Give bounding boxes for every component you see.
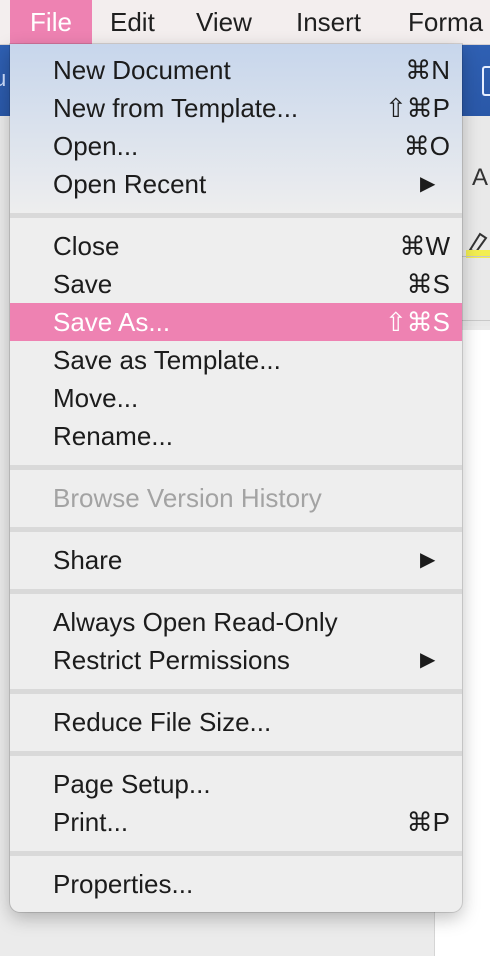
menu-item-always-open-read-only[interactable]: Always Open Read-Only (10, 603, 462, 641)
menu-item-new-from-template[interactable]: New from Template... ⇧⌘P (10, 89, 462, 127)
menu-item-save-as-template[interactable]: Save as Template... (10, 341, 462, 379)
menu-item-close[interactable]: Close ⌘W (10, 227, 462, 265)
submenu-arrow-icon: ▶ (420, 173, 436, 195)
menu-separator (10, 589, 462, 594)
menu-item-open[interactable]: Open... ⌘O (10, 127, 462, 165)
menu-bar: File Edit View Insert Forma (0, 0, 490, 45)
menu-item-restrict-permissions[interactable]: Restrict Permissions ▶ (10, 641, 462, 679)
menu-item-label: Restrict Permissions (53, 645, 290, 675)
menu-item-print[interactable]: Print... ⌘P (10, 803, 462, 841)
menu-insert[interactable]: Insert (296, 0, 361, 44)
menu-item-shortcut: ⌘O (403, 131, 450, 161)
submenu-arrow-icon: ▶ (420, 549, 436, 571)
menu-item-shortcut: ⇧⌘P (384, 93, 450, 123)
menu-item-label: Save as Template... (53, 345, 281, 375)
ribbon-text-fragment: u (0, 66, 7, 91)
menu-item-shortcut: ⌘P (406, 807, 450, 837)
menu-item-shortcut: ⌘N (405, 55, 450, 85)
menu-item-label: Share (53, 545, 123, 575)
document-icon (482, 66, 490, 96)
menu-item-label: Open... (53, 131, 139, 161)
menu-item-save[interactable]: Save ⌘S (10, 265, 462, 303)
menu-item-label: Reduce File Size... (53, 707, 272, 737)
menu-item-new-document[interactable]: New Document ⌘N (10, 51, 462, 89)
toolbar-divider (460, 320, 490, 321)
toolbar-divider (460, 256, 490, 257)
menu-item-label: Page Setup... (53, 769, 211, 799)
menu-item-open-recent[interactable]: Open Recent ▶ (10, 165, 462, 203)
menu-item-browse-version-history: Browse Version History (10, 479, 462, 517)
menu-item-label: Print... (53, 807, 129, 837)
menu-item-label: New from Template... (53, 93, 299, 123)
menu-edit[interactable]: Edit (110, 0, 155, 44)
menu-separator (10, 527, 462, 532)
menu-separator (10, 213, 462, 218)
menu-file[interactable]: File (10, 0, 92, 44)
menu-item-label: New Document (53, 55, 231, 85)
menu-item-label: Rename... (53, 421, 173, 451)
menu-item-move[interactable]: Move... (10, 379, 462, 417)
menu-item-shortcut: ⌘W (399, 231, 450, 261)
menu-item-label: Browse Version History (53, 483, 322, 513)
menu-separator (10, 689, 462, 694)
menu-item-save-as[interactable]: Save As... ⇧⌘S (10, 303, 462, 341)
file-menu-dropdown: New Document ⌘N New from Template... ⇧⌘P Ope… (10, 44, 462, 912)
menu-item-label: Save (53, 269, 113, 299)
menu-item-label: Always Open Read-Only (53, 607, 338, 637)
menu-item-rename[interactable]: Rename... (10, 417, 462, 455)
font-letter-icon[interactable]: A (472, 164, 488, 192)
menu-item-page-setup[interactable]: Page Setup... (10, 765, 462, 803)
menu-item-label: Properties... (53, 869, 194, 899)
submenu-arrow-icon: ▶ (420, 649, 436, 671)
menu-item-properties[interactable]: Properties... (10, 865, 462, 903)
menu-item-label: Open Recent (53, 169, 207, 199)
app-ribbon-right (460, 44, 490, 116)
menu-separator (10, 751, 462, 756)
menu-separator (10, 851, 462, 856)
menu-view[interactable]: View (196, 0, 252, 44)
menu-item-shortcut: ⌘S (406, 269, 450, 299)
menu-item-reduce-file-size[interactable]: Reduce File Size... (10, 703, 462, 741)
app-toolbar (460, 116, 490, 326)
menu-item-share[interactable]: Share ▶ (10, 541, 462, 579)
menu-item-shortcut: ⇧⌘S (384, 307, 450, 337)
menu-item-label: Close (53, 231, 120, 261)
document-canvas[interactable] (460, 330, 490, 764)
menu-separator (10, 465, 462, 470)
menu-format[interactable]: Forma (408, 0, 483, 44)
menu-item-label: Save As... (53, 307, 171, 337)
menu-item-label: Move... (53, 383, 139, 413)
